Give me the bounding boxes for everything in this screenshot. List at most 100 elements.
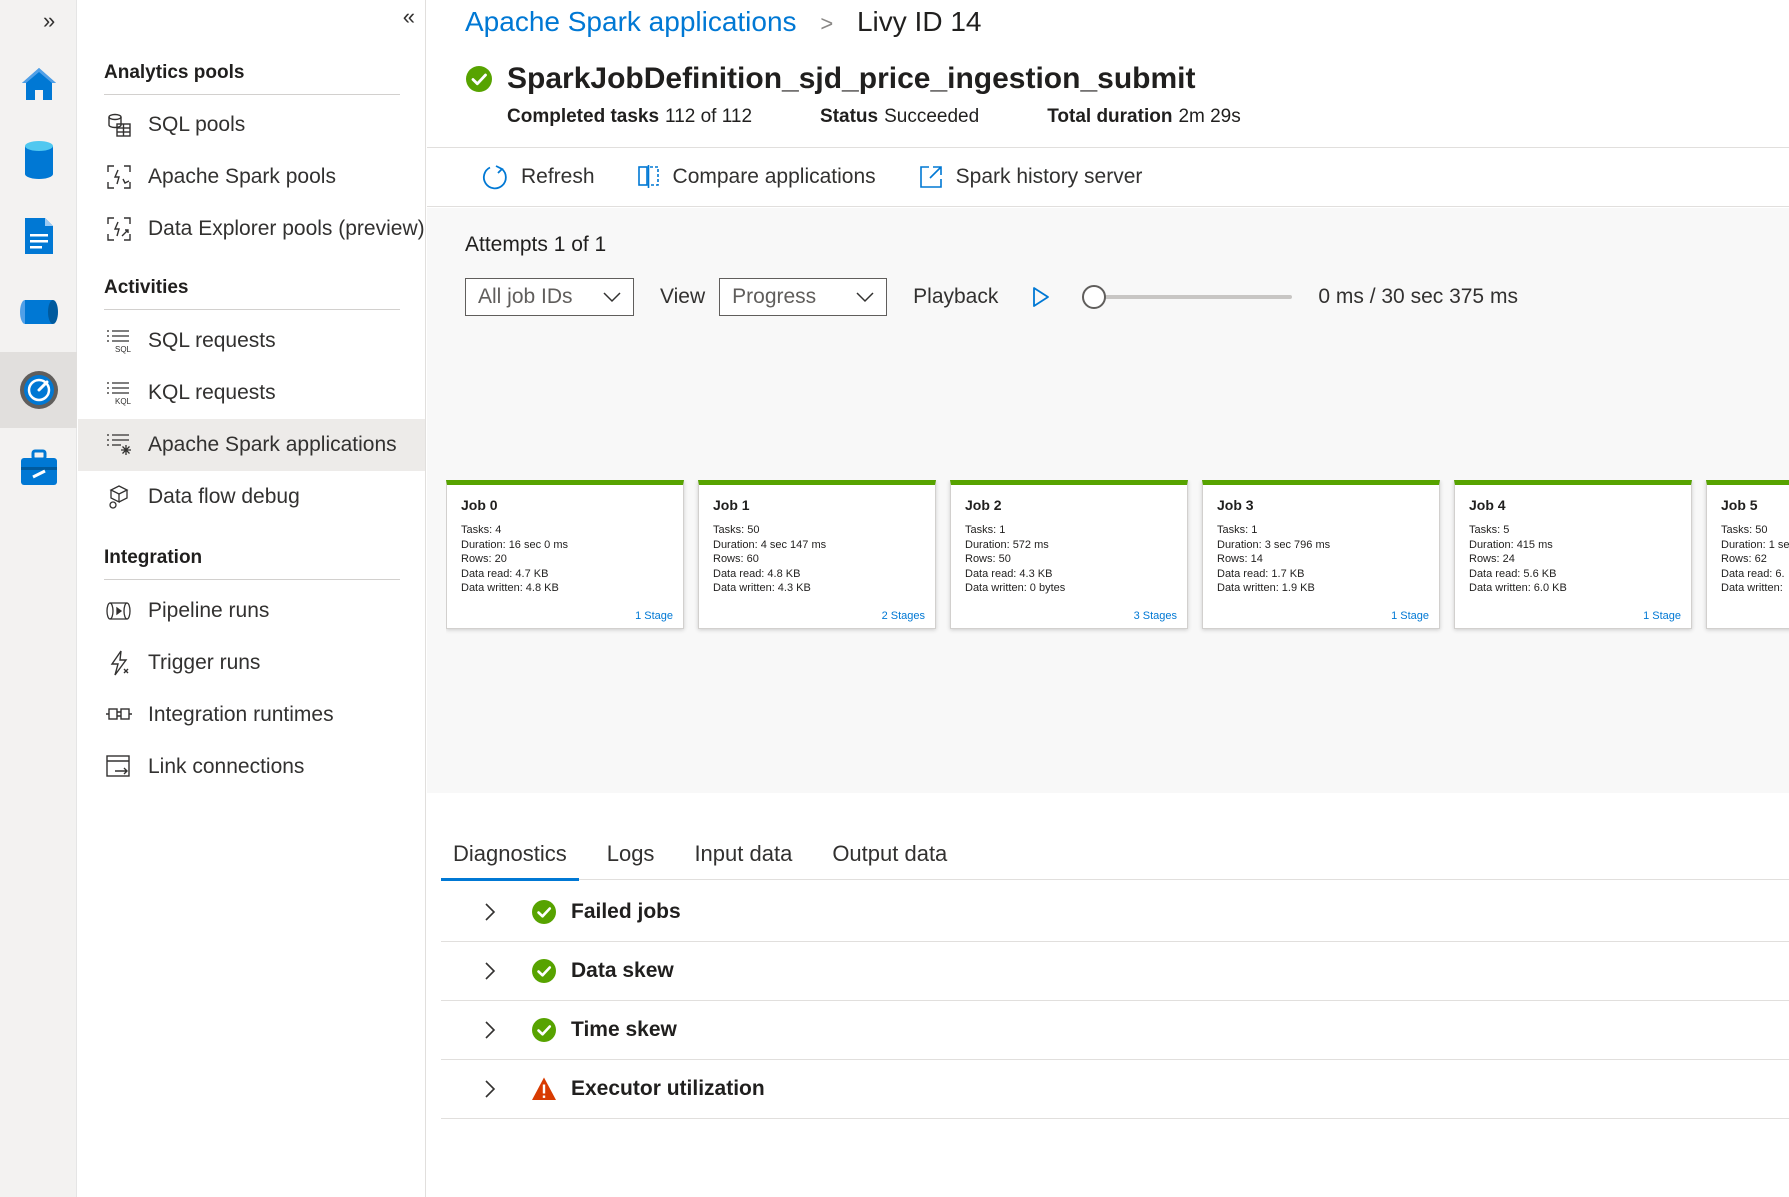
nav-item-label: SQL requests bbox=[148, 329, 276, 352]
job-id-filter-value: All job IDs bbox=[478, 285, 573, 308]
job-metric: Duration: 572 ms bbox=[965, 538, 1049, 551]
view-label: View bbox=[660, 285, 706, 308]
tab-output-data[interactable]: Output data bbox=[820, 828, 959, 880]
chevron-right-icon bbox=[485, 961, 496, 980]
job-card[interactable]: Job 2 Tasks: 1 Duration: 572 ms Rows: 50 Dat… bbox=[950, 480, 1188, 629]
completed-tasks-value: 112 of 112 bbox=[665, 106, 753, 127]
job-stages-link[interactable]: 1 Stage bbox=[635, 610, 673, 622]
tab-logs[interactable]: Logs bbox=[595, 828, 667, 880]
job-metric: Data read: 4.8 KB bbox=[713, 567, 801, 580]
job-card[interactable]: Job 3 Tasks: 1 Duration: 3 sec 796 ms Rows:… bbox=[1202, 480, 1440, 629]
nav-item-integration-runtimes[interactable]: Integration runtimes bbox=[78, 689, 425, 741]
diagnostic-label: Data skew bbox=[571, 958, 674, 982]
total-duration-label: Total duration bbox=[1047, 106, 1173, 127]
nav-item-label: Trigger runs bbox=[148, 651, 261, 674]
nav-section-activities: Activities bbox=[104, 277, 400, 310]
monitor-nav-panel: « Analytics pools SQL pools Apache Spark… bbox=[78, 0, 426, 1197]
job-card[interactable]: Job 1 Tasks: 50 Duration: 4 sec 147 ms Rows… bbox=[698, 480, 936, 629]
application-summary: Completed tasks 112 of 112 Status Succeede… bbox=[507, 106, 1309, 128]
open-external-icon bbox=[919, 166, 942, 188]
icon-rail: » bbox=[0, 0, 77, 1197]
nav-item-apache-spark-applications[interactable]: Apache Spark applications bbox=[78, 419, 425, 471]
view-value: Progress bbox=[732, 285, 817, 308]
compare-icon bbox=[637, 165, 659, 188]
command-bar: Refresh Compare applications Spark histo… bbox=[427, 147, 1789, 207]
job-metric: Rows: 14 bbox=[1217, 553, 1263, 565]
compare-applications-button[interactable]: Compare applications bbox=[637, 165, 876, 189]
view-dropdown[interactable]: Progress bbox=[719, 278, 888, 316]
playback-slider-track bbox=[1082, 295, 1293, 299]
playback-slider-thumb[interactable] bbox=[1082, 285, 1107, 309]
job-metric: Rows: 62 bbox=[1721, 553, 1767, 565]
kql-requests-icon: KQL bbox=[104, 378, 134, 408]
job-metric: Duration: 16 sec 0 ms bbox=[461, 538, 568, 551]
job-card[interactable]: Job 0 Tasks: 4 Duration: 16 sec 0 ms Rows: … bbox=[446, 480, 684, 629]
collapse-nav-button[interactable]: « bbox=[403, 4, 415, 30]
expand-rail-button[interactable]: » bbox=[43, 8, 55, 34]
monitor-rail-button[interactable] bbox=[0, 352, 77, 428]
toolbox-icon bbox=[20, 449, 57, 485]
job-stages-link[interactable]: 1 Stage bbox=[1643, 610, 1681, 622]
job-id-filter-dropdown[interactable]: All job IDs bbox=[465, 278, 634, 316]
spark-history-server-button[interactable]: Spark history server bbox=[918, 164, 1143, 190]
chevron-right-icon bbox=[485, 902, 496, 921]
data-explorer-pool-icon bbox=[104, 214, 134, 244]
job-stages-link[interactable]: 3 Stages bbox=[1134, 610, 1177, 622]
nav-item-link-connections[interactable]: Link connections bbox=[78, 741, 425, 793]
chevron-down-icon bbox=[856, 292, 874, 303]
nav-item-label: KQL requests bbox=[148, 381, 276, 404]
diagnostic-label: Time skew bbox=[571, 1017, 677, 1041]
integrate-rail-button[interactable] bbox=[0, 274, 77, 350]
diagnostic-row-failed-jobs[interactable]: Failed jobs bbox=[441, 882, 1789, 942]
breadcrumb: Apache Spark applications > Livy ID 14 bbox=[465, 6, 981, 38]
nav-item-sql-pools[interactable]: SQL pools bbox=[78, 99, 425, 151]
svg-text:SQL: SQL bbox=[115, 345, 132, 354]
job-stages-link[interactable]: 2 Stages bbox=[882, 610, 925, 622]
refresh-button[interactable]: Refresh bbox=[481, 163, 595, 191]
job-metric: Tasks: 50 bbox=[1721, 524, 1768, 536]
job-card[interactable]: Job 4 Tasks: 5 Duration: 415 ms Rows: 24 Dat… bbox=[1454, 480, 1692, 629]
job-graph-panel: Attempts 1 of 1 All job IDs View Progres… bbox=[427, 208, 1789, 793]
detail-tabs: Diagnostics Logs Input data Output data bbox=[441, 828, 1789, 881]
refresh-icon bbox=[483, 165, 507, 190]
nav-item-data-explorer-pools[interactable]: Data Explorer pools (preview) bbox=[78, 203, 425, 255]
diagnostic-row-executor-utilization[interactable]: Executor utilization bbox=[441, 1059, 1789, 1119]
job-metric: Duration: 3 sec 796 ms bbox=[1217, 538, 1331, 551]
nav-item-apache-spark-pools[interactable]: Apache Spark pools bbox=[78, 151, 425, 203]
database-icon bbox=[24, 141, 53, 179]
history-label: Spark history server bbox=[955, 165, 1143, 188]
home-rail-button[interactable] bbox=[0, 46, 77, 122]
job-card[interactable]: Job 5 Tasks: 50 Duration: 1 se Rows: 62 Data… bbox=[1706, 480, 1789, 629]
data-rail-button[interactable] bbox=[0, 122, 77, 198]
diagnostic-row-data-skew[interactable]: Data skew bbox=[441, 941, 1789, 1001]
job-metric: Rows: 20 bbox=[461, 553, 507, 565]
manage-rail-button[interactable] bbox=[0, 430, 77, 506]
playback-slider[interactable] bbox=[1082, 285, 1293, 309]
job-stages-link[interactable]: 1 Stage bbox=[1391, 610, 1429, 622]
develop-rail-button[interactable] bbox=[0, 198, 77, 274]
job-metric: Rows: 60 bbox=[713, 553, 759, 565]
play-icon[interactable] bbox=[1032, 286, 1050, 308]
sql-pool-icon bbox=[104, 110, 134, 140]
breadcrumb-link-spark-applications[interactable]: Apache Spark applications bbox=[465, 6, 797, 37]
nav-item-trigger-runs[interactable]: Trigger runs bbox=[78, 637, 425, 689]
diagnostic-row-time-skew[interactable]: Time skew bbox=[441, 1000, 1789, 1060]
job-metric: Data read: 4.7 KB bbox=[461, 567, 549, 580]
tab-input-data[interactable]: Input data bbox=[682, 828, 804, 880]
application-header: SparkJobDefinition_sjd_price_ingestion_s… bbox=[465, 62, 1195, 96]
refresh-label: Refresh bbox=[521, 165, 595, 188]
nav-item-sql-requests[interactable]: SQL SQL requests bbox=[78, 315, 425, 367]
home-icon bbox=[21, 68, 56, 100]
status-value: Succeeded bbox=[884, 106, 980, 127]
warning-icon bbox=[532, 1077, 556, 1100]
spark-applications-icon bbox=[104, 430, 134, 460]
job-metric: Duration: 4 sec 147 ms bbox=[713, 538, 827, 551]
tab-diagnostics[interactable]: Diagnostics bbox=[441, 828, 579, 881]
nav-item-label: Data Explorer pools (preview) bbox=[148, 217, 425, 240]
nav-item-pipeline-runs[interactable]: Pipeline runs bbox=[78, 585, 425, 637]
pipeline-runs-icon bbox=[104, 596, 134, 626]
diagnostic-label: Executor utilization bbox=[571, 1076, 765, 1100]
breadcrumb-separator: > bbox=[820, 11, 834, 36]
nav-item-data-flow-debug[interactable]: Data flow debug bbox=[78, 471, 425, 523]
nav-item-kql-requests[interactable]: KQL KQL requests bbox=[78, 367, 425, 419]
